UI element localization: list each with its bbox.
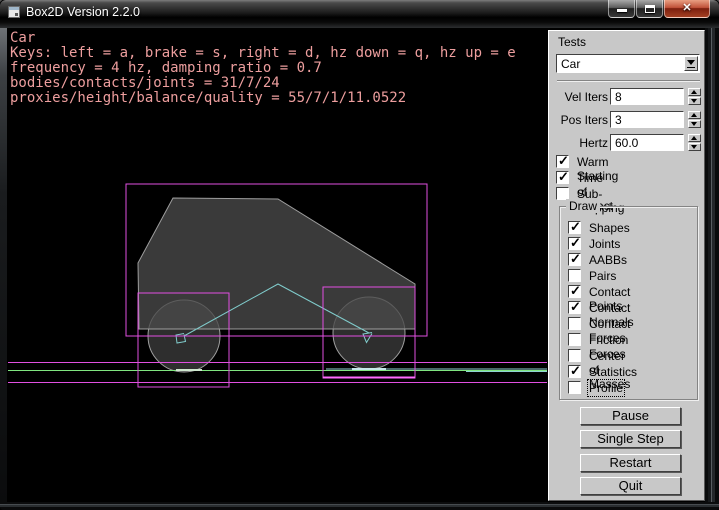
hertz-row: Hertz 60.0 <box>549 134 706 151</box>
pairs-checkbox-box[interactable] <box>568 269 581 282</box>
aabbs-label: AABBs <box>589 253 627 267</box>
vel-iters-label: Vel Iters <box>549 90 608 104</box>
warm-starting-checkbox-box[interactable]: ✓ <box>556 155 569 168</box>
draw-group-title: Draw <box>566 199 600 213</box>
joints-checkbox-box[interactable]: ✓ <box>568 237 581 250</box>
arrow-up-icon <box>691 113 697 117</box>
vel-iters-spin-up-button[interactable] <box>688 88 701 96</box>
minimize-button[interactable] <box>608 0 635 18</box>
window-title: Box2D Version 2.2.0 <box>26 5 140 19</box>
pos-iters-row: Pos Iters 3 <box>549 111 706 128</box>
window-border-left <box>0 28 8 502</box>
stats-line-bodies: bodies/contacts/joints = 31/7/24 <box>10 75 280 91</box>
gl-canvas[interactable]: Car Keys: left = a, brake = s, right = d… <box>8 28 548 502</box>
stats-line-proxies: proxies/height/balance/quality = 55/7/1/… <box>10 90 406 106</box>
check-icon: ✓ <box>570 219 581 235</box>
statistics-checkbox-box[interactable]: ✓ <box>568 365 581 378</box>
hertz-label: Hertz <box>549 136 608 150</box>
check-icon: ✓ <box>570 251 581 267</box>
maximize-icon <box>645 5 655 13</box>
arrow-up-icon <box>691 136 697 140</box>
hertz-spinner <box>688 134 701 151</box>
hertz-spin-up-button[interactable] <box>688 134 701 142</box>
contact-points-checkbox-box[interactable]: ✓ <box>568 285 581 298</box>
restart-button[interactable]: Restart <box>580 454 681 472</box>
pos-iters-spin-down-button[interactable] <box>688 120 701 128</box>
maximize-button[interactable] <box>636 0 663 18</box>
pos-iters-spin-up-button[interactable] <box>688 111 701 119</box>
arrow-up-icon <box>691 90 697 94</box>
hertz-input[interactable]: 60.0 <box>610 134 684 151</box>
profile-checkbox-box[interactable] <box>568 381 581 394</box>
minimize-icon <box>617 9 627 12</box>
arrow-down-icon <box>691 99 697 103</box>
chevron-underbar-icon <box>687 67 695 68</box>
chevron-down-icon <box>687 60 695 65</box>
pause-button[interactable]: Pause <box>580 407 681 425</box>
vel-iters-row: Vel Iters 8 <box>549 88 706 105</box>
statistics-label: Statistics <box>589 365 637 379</box>
panel-separator <box>557 80 700 82</box>
arrow-down-icon <box>691 122 697 126</box>
app-window: Box2D Version 2.2.0 ✕ <box>0 0 719 510</box>
window-border-bottom <box>0 502 719 510</box>
friction-forces-checkbox-box[interactable] <box>568 333 581 346</box>
check-icon: ✓ <box>570 283 581 299</box>
tests-label: Tests <box>558 35 586 49</box>
stats-line-frequency: frequency = 4 hz, damping ratio = 0.7 <box>10 60 322 76</box>
contact-normals-checkbox-box[interactable]: ✓ <box>568 301 581 314</box>
check-icon: ✓ <box>558 169 569 185</box>
stats-readout: Car Keys: left = a, brake = s, right = d… <box>10 31 516 106</box>
stats-line-test-name: Car <box>10 30 35 46</box>
close-icon: ✕ <box>665 1 709 14</box>
test-select-value: Car <box>561 57 580 71</box>
app-icon-titlebar-stripe <box>9 7 19 10</box>
check-icon: ✓ <box>570 235 581 251</box>
app-icon-dot <box>15 13 18 16</box>
vel-iters-value: 8 <box>615 90 622 104</box>
window-border-right <box>705 28 719 502</box>
arrow-down-icon <box>691 145 697 149</box>
stats-line-keys: Keys: left = a, brake = s, right = d, hz… <box>10 45 516 61</box>
joints-label: Joints <box>589 237 620 251</box>
vel-iters-spin-down-button[interactable] <box>688 97 701 105</box>
close-button[interactable]: ✕ <box>664 0 710 18</box>
profile-label: Profile <box>589 381 623 395</box>
shapes-checkbox-box[interactable]: ✓ <box>568 221 581 234</box>
aabbs-checkbox-box[interactable]: ✓ <box>568 253 581 266</box>
pairs-label: Pairs <box>589 269 616 283</box>
titlebar[interactable]: Box2D Version 2.2.0 ✕ <box>0 0 719 28</box>
check-icon: ✓ <box>570 363 581 379</box>
test-select-dropdown-button[interactable] <box>684 56 698 71</box>
app-icon <box>8 6 20 18</box>
shapes-label: Shapes <box>589 221 630 235</box>
contact-forces-checkbox-box[interactable] <box>568 317 581 330</box>
center-of-masses-checkbox-box[interactable] <box>568 349 581 362</box>
pos-iters-value: 3 <box>615 113 622 127</box>
vel-iters-spinner <box>688 88 701 105</box>
hertz-value: 60.0 <box>615 136 638 150</box>
quit-button[interactable]: Quit <box>580 477 681 495</box>
draw-group-box: Draw ✓ Shapes ✓ Joints ✓ AABBs Pairs ✓ C… <box>559 206 698 400</box>
check-icon: ✓ <box>570 299 581 315</box>
pos-iters-label: Pos Iters <box>549 113 608 127</box>
control-panel: Tests Car Vel Iters 8 Pos Iters 3 <box>548 30 705 501</box>
time-of-impact-checkbox-box[interactable]: ✓ <box>556 171 569 184</box>
hertz-spin-down-button[interactable] <box>688 143 701 151</box>
car-chassis-shape <box>138 198 415 329</box>
pos-iters-spinner <box>688 111 701 128</box>
pos-iters-input[interactable]: 3 <box>610 111 684 128</box>
vel-iters-input[interactable]: 8 <box>610 88 684 105</box>
test-select-listbox[interactable]: Car <box>556 54 700 73</box>
check-icon: ✓ <box>558 153 569 169</box>
single-step-button[interactable]: Single Step <box>580 430 681 448</box>
